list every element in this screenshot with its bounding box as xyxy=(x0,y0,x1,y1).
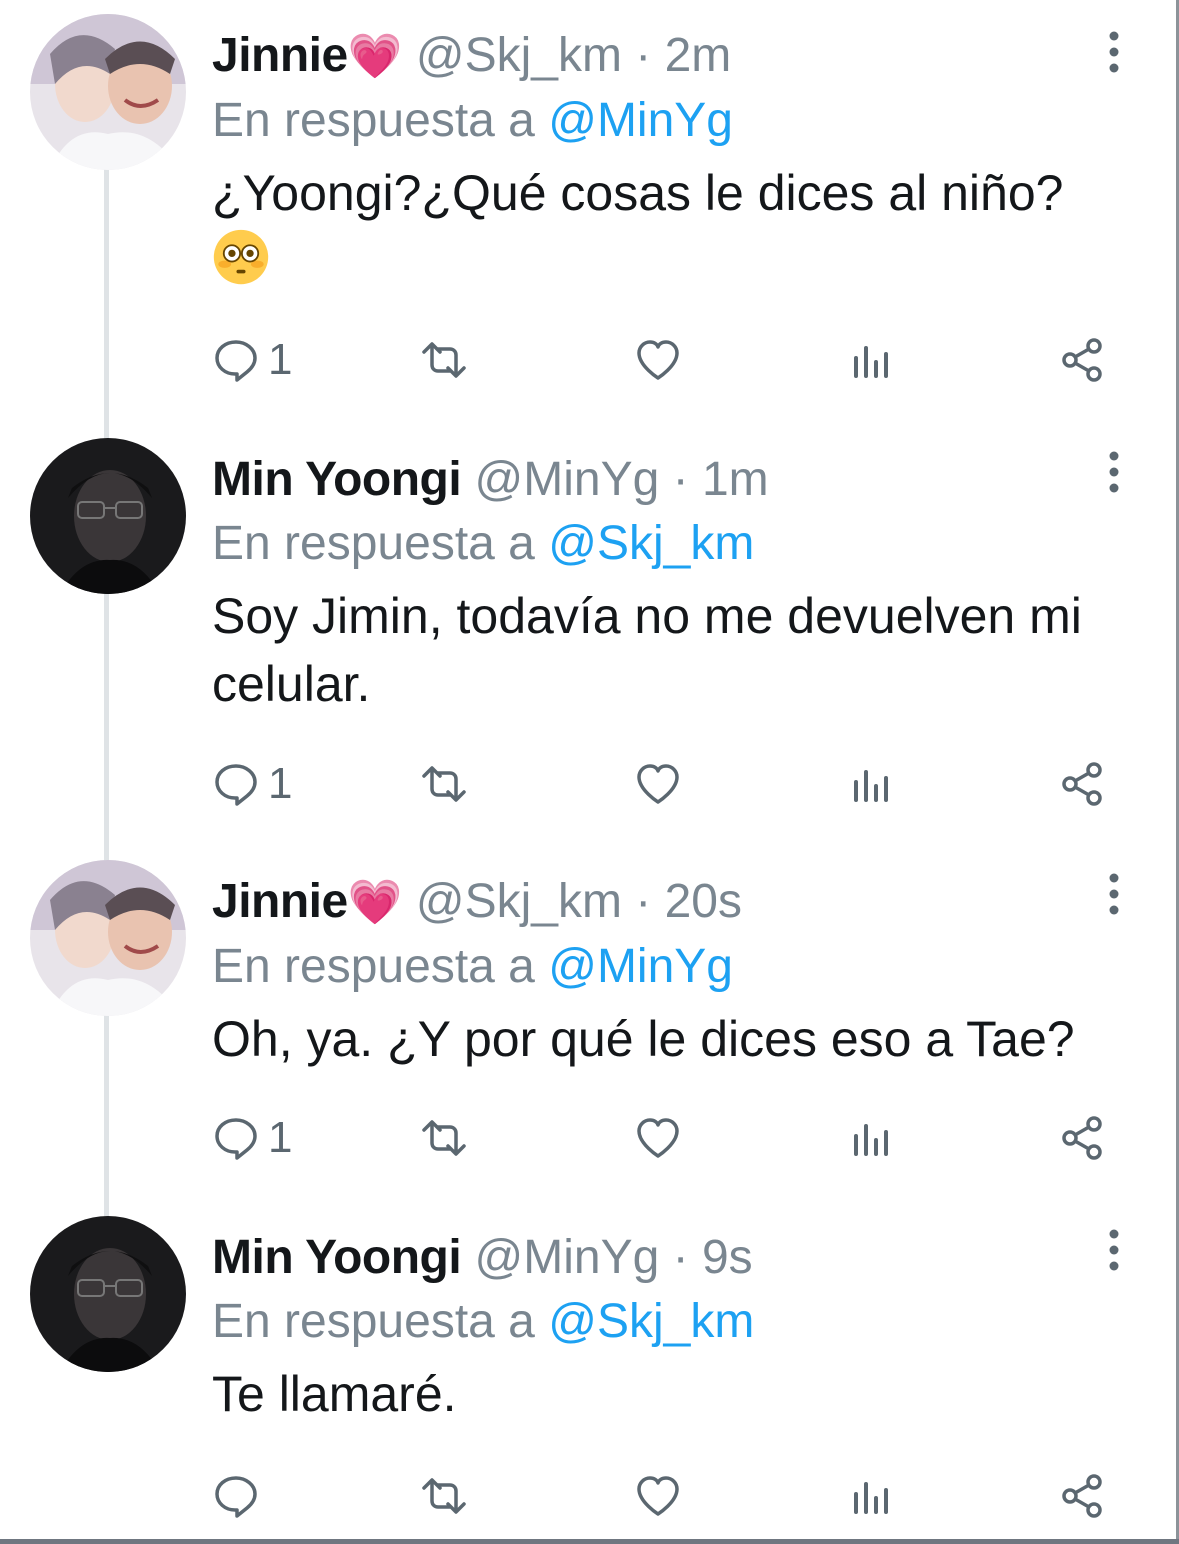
reply-context: En respuesta a @MinYg xyxy=(212,935,1119,999)
reply-count: 1 xyxy=(268,759,293,808)
reply-prefix: En respuesta a xyxy=(212,940,535,993)
more-options-icon[interactable] xyxy=(1101,1228,1127,1272)
handle[interactable]: @MinYg xyxy=(475,453,660,506)
mention-link[interactable]: @MinYg xyxy=(548,94,733,147)
reply-icon xyxy=(215,1118,257,1160)
like-button[interactable] xyxy=(634,1466,682,1526)
timestamp[interactable]: · 20s xyxy=(635,875,742,928)
tweet[interactable]: Min Yoongi @MinYg · 1m En respuesta a @S… xyxy=(0,436,1179,846)
like-button[interactable] xyxy=(634,754,682,814)
share-button[interactable] xyxy=(1058,1466,1106,1526)
display-name[interactable]: Jinnie xyxy=(212,875,348,928)
reply-icon xyxy=(215,1476,257,1518)
tweet[interactable]: Min Yoongi @MinYg · 9s En respuesta a @S… xyxy=(0,1214,1179,1534)
reply-button[interactable]: 1 xyxy=(212,330,292,390)
analytics-icon xyxy=(854,1124,888,1156)
share-button[interactable] xyxy=(1058,330,1106,390)
handle[interactable]: @Skj_km xyxy=(416,875,622,928)
reply-prefix: En respuesta a xyxy=(212,94,535,147)
avatar-jinnie[interactable] xyxy=(30,860,186,1016)
reply-prefix: En respuesta a xyxy=(212,1295,535,1348)
tweet-text: Soy Jimin, todavía no me devuelven mi ce… xyxy=(212,588,1082,712)
handle[interactable]: @Skj_km xyxy=(416,29,622,82)
analytics-button[interactable] xyxy=(848,1466,896,1526)
like-icon xyxy=(637,340,679,380)
display-name[interactable]: Min Yoongi xyxy=(212,453,462,506)
retweet-icon xyxy=(422,342,466,378)
retweet-icon xyxy=(422,766,466,802)
like-icon xyxy=(637,764,679,804)
retweet-button[interactable] xyxy=(420,754,468,814)
retweet-button[interactable] xyxy=(420,330,468,390)
avatar-jinnie[interactable] xyxy=(30,14,186,170)
avatar-yoongi[interactable] xyxy=(30,438,186,594)
reply-button[interactable]: 1 xyxy=(212,1108,292,1168)
share-button[interactable] xyxy=(1058,754,1106,814)
share-icon xyxy=(1062,1116,1102,1160)
mention-link[interactable]: @Skj_km xyxy=(548,1295,754,1348)
handle[interactable]: @MinYg xyxy=(475,1231,660,1284)
tweet-text: Oh, ya. ¿Y por qué le dices eso a Tae? xyxy=(212,1011,1075,1067)
flushed-face-icon xyxy=(213,229,269,285)
action-bar: 1 xyxy=(212,1108,1112,1168)
mention-link[interactable]: @Skj_km xyxy=(548,517,754,570)
like-icon xyxy=(637,1118,679,1158)
share-icon xyxy=(1062,762,1102,806)
share-icon xyxy=(1062,338,1102,382)
heart-emoji: 💗 xyxy=(347,32,403,81)
mention-link[interactable]: @MinYg xyxy=(548,940,733,993)
retweet-button[interactable] xyxy=(420,1466,468,1526)
reply-count: 1 xyxy=(268,335,293,384)
reply-button[interactable] xyxy=(212,1466,268,1526)
avatar-yoongi[interactable] xyxy=(30,1216,186,1372)
like-icon xyxy=(637,1476,679,1516)
reply-count: 1 xyxy=(268,1113,293,1162)
retweet-button[interactable] xyxy=(420,1108,468,1168)
reply-button[interactable]: 1 xyxy=(212,754,292,814)
share-icon xyxy=(1062,1474,1102,1518)
retweet-icon xyxy=(422,1478,466,1514)
timestamp[interactable]: · 2m xyxy=(635,29,731,82)
tweet-text: ¿Yoongi?¿Qué cosas le dices al niño? xyxy=(212,159,1119,295)
action-bar: 1 xyxy=(212,330,1112,390)
reply-icon xyxy=(215,340,257,382)
timestamp[interactable]: · 9s xyxy=(673,1231,753,1284)
more-options-icon[interactable] xyxy=(1101,872,1127,916)
analytics-icon xyxy=(854,1482,888,1514)
tweet[interactable]: Jinnie💗 @Skj_km · 2m En respuesta a @Min… xyxy=(0,12,1179,422)
timestamp[interactable]: · 1m xyxy=(673,453,769,506)
action-bar xyxy=(212,1466,1112,1526)
action-bar: 1 xyxy=(212,754,1112,814)
like-button[interactable] xyxy=(634,1108,682,1168)
share-button[interactable] xyxy=(1058,1108,1106,1168)
reply-context: En respuesta a @Skj_km xyxy=(212,512,1119,576)
like-button[interactable] xyxy=(634,330,682,390)
frame-edge-bottom xyxy=(0,1539,1179,1544)
retweet-icon xyxy=(422,1120,466,1156)
tweet-text-body: ¿Yoongi?¿Qué cosas le dices al niño? xyxy=(212,165,1064,221)
reply-context: En respuesta a @Skj_km xyxy=(212,1290,1119,1354)
display-name[interactable]: Jinnie xyxy=(212,29,348,82)
tweet[interactable]: Jinnie💗 @Skj_km · 20s En respuesta a @Mi… xyxy=(0,858,1179,1208)
more-options-icon[interactable] xyxy=(1101,30,1127,74)
analytics-button[interactable] xyxy=(848,330,896,390)
reply-context: En respuesta a @MinYg xyxy=(212,89,1119,153)
analytics-button[interactable] xyxy=(848,1108,896,1168)
tweet-text: Te llamaré. xyxy=(212,1366,457,1422)
analytics-button[interactable] xyxy=(848,754,896,814)
reply-prefix: En respuesta a xyxy=(212,517,535,570)
heart-emoji: 💗 xyxy=(347,878,403,927)
reply-icon xyxy=(215,764,257,806)
analytics-icon xyxy=(854,770,888,802)
display-name[interactable]: Min Yoongi xyxy=(212,1231,462,1284)
analytics-icon xyxy=(854,346,888,378)
more-options-icon[interactable] xyxy=(1101,450,1127,494)
